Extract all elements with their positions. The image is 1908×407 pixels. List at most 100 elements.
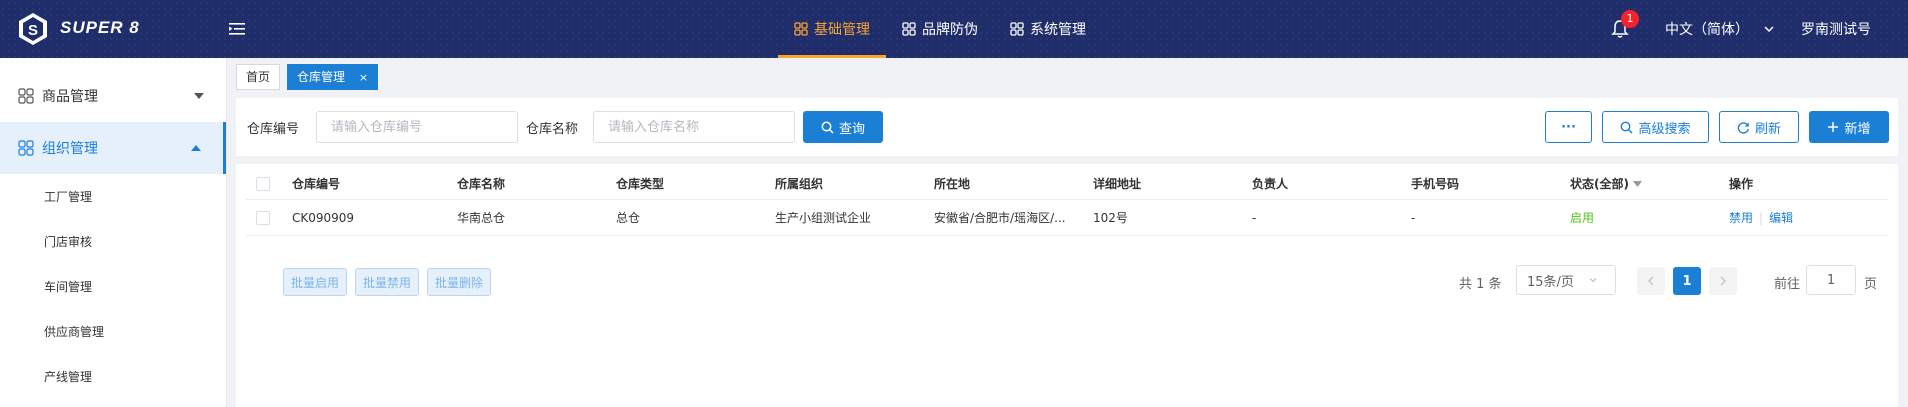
tab-home[interactable]: 首页 [236,64,281,90]
select-all-checkbox[interactable] [256,176,270,191]
cell-code: CK090909 [292,210,355,225]
search-icon [821,121,834,134]
advanced-search-label: 高级搜索 [1638,121,1691,137]
query-label: 查询 [838,121,865,137]
col-header: 所属组织 [775,177,824,191]
table-header: 仓库编号 仓库名称 仓库类型 所属组织 所在地 详细地址 负责人 手机号码 状态… [246,168,1888,200]
add-button[interactable]: 新增 [1809,111,1889,143]
cell-location: 安徽省/合肥市/瑶海区/... [934,211,1066,225]
cell-org: 生产小组测试企业 [775,211,872,225]
header-right: 1 中文（简体） 罗南测试号 [1611,0,1908,58]
refresh-button[interactable]: 刷新 [1719,111,1799,143]
sidebar-item-production-line[interactable]: 产线管理 [0,354,226,399]
grid-icon [18,140,34,156]
warehouse-name-input[interactable] [593,111,795,143]
nav-label: 品牌防伪 [922,22,978,38]
bulk-disable-button[interactable]: 批量禁用 [355,268,419,296]
col-header: 仓库类型 [616,177,665,191]
grid-icon [18,88,34,104]
language-selector[interactable]: 中文（简体） [1665,19,1749,39]
select-all-checkbox-cell [256,168,270,199]
tab-label: 仓库管理 [297,70,346,84]
caret-up-icon [191,145,201,151]
bulk-delete-button[interactable]: 批量删除 [427,268,491,296]
search-icon [1621,121,1633,133]
caret-down-icon [194,93,204,99]
goto-prefix: 前往 [1774,277,1801,292]
prev-page-button[interactable] [1637,267,1665,295]
user-name[interactable]: 罗南测试号 [1801,19,1871,39]
sidebar-group-label: 组织管理 [42,141,98,157]
cell-actions: 禁用 | 编辑 [1729,200,1793,235]
chevron-down-icon[interactable] [1763,23,1775,35]
close-icon[interactable]: × [359,71,368,84]
col-header: 操作 [1729,177,1754,191]
advanced-search-button[interactable]: 高级搜索 [1602,111,1709,143]
row-checkbox-cell [256,200,270,235]
tab-warehouse-management[interactable]: 仓库管理 × [287,64,379,90]
warehouse-code-label: 仓库编号 [247,122,300,137]
cell-owner: - [1252,210,1257,225]
col-header: 手机号码 [1411,177,1460,191]
sidebar-item-workshop[interactable]: 车间管理 [0,264,226,309]
tab-label: 首页 [246,70,271,84]
add-label: 新增 [1844,121,1871,137]
plus-icon [1828,122,1839,132]
cell-name: 华南总仓 [457,211,506,225]
grid-icon [794,22,808,36]
page-size-value: 15条/页 [1527,274,1574,290]
notification-badge: 1 [1621,10,1639,28]
logo-icon: S [19,13,47,45]
notification-button[interactable]: 1 [1611,10,1639,39]
goto-page-value: 1 [1826,272,1836,288]
edit-link[interactable]: 编辑 [1769,209,1793,226]
col-header: 详细地址 [1093,177,1142,191]
col-header: 负责人 [1252,177,1289,191]
row-checkbox[interactable] [256,210,270,225]
section-divider [236,156,1898,164]
sidebar-item-factory[interactable]: 工厂管理 [0,174,226,219]
cell-address: 102号 [1093,211,1128,225]
warehouse-code-input[interactable] [316,111,518,143]
chevron-down-icon [1589,278,1597,283]
warehouse-table: 仓库编号 仓库名称 仓库类型 所属组织 所在地 详细地址 负责人 手机号码 状态… [246,168,1888,236]
col-header-label: 状态(全部) [1570,177,1629,191]
main-panel: 仓库编号 仓库名称 查询 ··· 高级搜索 刷新 [236,98,1898,407]
sidebar-group-organization[interactable]: 组织管理 [0,122,226,174]
bulk-enable-button[interactable]: 批量启用 [283,268,347,296]
brand-name: SUPER 8 [60,18,140,37]
col-header: 仓库编号 [292,177,341,191]
next-page-button[interactable] [1709,267,1737,295]
more-button[interactable]: ··· [1545,111,1592,143]
disable-link[interactable]: 禁用 [1729,209,1753,226]
top-header: S SUPER 8 基础管理 品牌防伪 系统管理 1 中文（简体） 罗南测试号 [0,0,1908,58]
page-size-select[interactable]: 15条/页 [1516,265,1616,295]
refresh-icon [1737,121,1749,134]
filter-bar: 仓库编号 仓库名称 查询 ··· 高级搜索 刷新 [236,98,1898,156]
col-header: 仓库名称 [457,177,506,191]
svg-text:S: S [28,22,38,39]
nav-system-management[interactable]: 系统管理 [994,0,1102,58]
refresh-label: 刷新 [1754,121,1781,137]
sidebar-item-store-review[interactable]: 门店审核 [0,219,226,264]
query-button[interactable]: 查询 [803,111,883,143]
goto-suffix: 页 [1864,277,1878,292]
sidebar-item-supplier[interactable]: 供应商管理 [0,309,226,354]
top-nav: 基础管理 品牌防伪 系统管理 [778,0,1102,58]
sidebar-group-products[interactable]: 商品管理 [0,70,226,122]
pagination-total: 共 1 条 [1459,277,1502,292]
status-filter-header[interactable]: 状态(全部) [1570,168,1642,199]
chevron-left-icon [1648,276,1654,286]
cell-phone: - [1411,210,1416,225]
goto-page-input[interactable]: 1 [1806,265,1856,295]
sidebar: 商品管理 组织管理 工厂管理 门店审核 车间管理 供应商管理 产线管理 [0,58,227,407]
grid-icon [902,22,916,36]
grid-icon [1010,22,1024,36]
caret-down-icon [1632,180,1642,187]
warehouse-name-label: 仓库名称 [526,122,579,137]
nav-brand-anticounterfeit[interactable]: 品牌防伪 [886,0,994,58]
page-number-current[interactable]: 1 [1673,267,1701,295]
nav-basic-management[interactable]: 基础管理 [778,0,886,58]
menu-fold-icon[interactable] [228,20,246,38]
table-row: CK090909 华南总仓 总仓 生产小组测试企业 安徽省/合肥市/瑶海区/..… [246,200,1888,236]
